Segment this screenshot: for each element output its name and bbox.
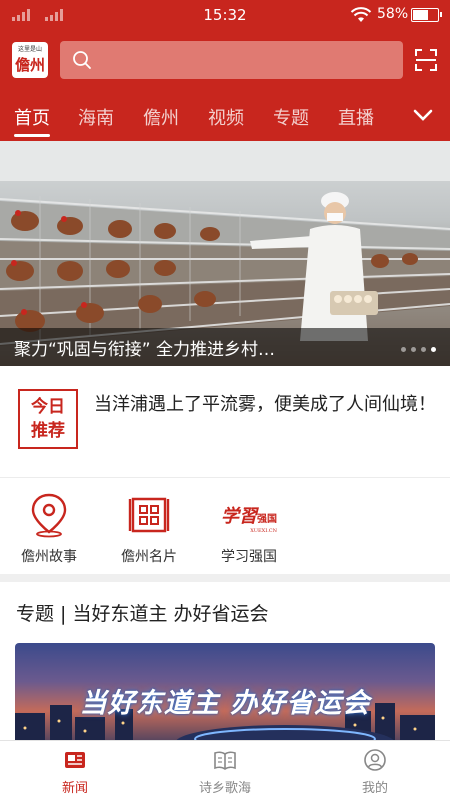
status-bar: 15:32 58% — [0, 0, 450, 30]
section-divider — [0, 574, 450, 582]
book-icon — [214, 751, 236, 770]
active-tab-indicator — [14, 134, 50, 137]
carousel-dot — [411, 347, 416, 352]
channel-tabs: 首页 海南 儋州 视频 专题 直播 — [0, 95, 450, 141]
search-icon — [73, 51, 91, 69]
stamp-line2: 推荐 — [31, 421, 65, 441]
logo-small-text: 这里是山 — [17, 46, 42, 53]
stamp-line1: 今日 — [31, 397, 65, 417]
topic-banner-text: 当好东道主 办好省运会 — [79, 688, 371, 719]
quick-entry-xuexi[interactable]: 学習强国 XUEXI.CN 学习强国 — [204, 490, 294, 566]
chevron-down-icon[interactable] — [412, 107, 434, 123]
today-recommend[interactable]: 今日 推荐 当洋浦遇上了平流雾，便美成了人间仙境！ — [0, 366, 450, 478]
topic-banner[interactable]: 当好东道主 办好省运会 — [15, 643, 435, 753]
today-recommend-stamp: 今日 推荐 — [18, 389, 78, 449]
nav-news[interactable]: 新闻 — [20, 749, 130, 796]
tab-danzhou[interactable]: 儋州 — [143, 104, 179, 130]
xuexi-logo-badge: 强国 — [257, 514, 277, 525]
quick-entry-danzhou-card[interactable]: 儋州名片 — [104, 490, 194, 566]
nav-label: 诗乡歌海 — [198, 781, 251, 796]
nav-poetry[interactable]: 诗乡歌海 — [170, 749, 280, 796]
tab-topics[interactable]: 专题 — [273, 104, 309, 130]
nav-label: 我的 — [361, 781, 388, 796]
xuexi-logo-sub: XUEXI.CN — [250, 528, 277, 534]
carousel-dot — [421, 347, 426, 352]
quick-entry-label: 儋州名片 — [121, 549, 177, 565]
quick-entry-label: 学习强国 — [221, 549, 277, 565]
battery-icon — [411, 8, 442, 22]
user-icon — [364, 749, 386, 771]
xuexi-qiangguo-logo: 学習强国 XUEXI.CN — [221, 502, 277, 534]
carousel-indicator — [401, 347, 436, 352]
quick-entries: 儋州故事 儋州名片 学習强国 XUEXI.CN 学习强国 — [0, 478, 450, 574]
tab-hainan[interactable]: 海南 — [78, 104, 114, 130]
bottom-navigation: 新闻 诗乡歌海 我的 — [0, 740, 450, 800]
wifi-icon — [350, 7, 372, 22]
banner-caption[interactable]: 聚力“巩固与衔接” 全力推进乡村… — [0, 328, 450, 366]
search-input[interactable] — [60, 41, 403, 79]
topic-title[interactable]: 专题 | 当好东道主 办好省运会 — [16, 599, 269, 626]
nav-mine[interactable]: 我的 — [320, 749, 430, 796]
battery-percent: 58% — [377, 6, 409, 22]
news-icon — [65, 752, 85, 768]
banner-carousel[interactable]: 聚力“巩固与衔接” 全力推进乡村… — [0, 141, 450, 366]
app-logo[interactable]: 这里是山 儋州 — [12, 42, 48, 78]
location-pin-icon — [31, 493, 67, 538]
tab-home[interactable]: 首页 — [14, 104, 50, 130]
card-grid-icon — [128, 497, 170, 533]
tab-video[interactable]: 视频 — [208, 104, 244, 130]
quick-entry-label: 儋州故事 — [21, 549, 77, 565]
quick-entry-danzhou-story[interactable]: 儋州故事 — [4, 490, 94, 566]
scan-icon[interactable] — [414, 48, 438, 72]
nav-label: 新闻 — [61, 781, 88, 796]
app-header: 这里是山 儋州 — [0, 30, 450, 95]
carousel-dot-active — [431, 347, 436, 352]
xuexi-logo-text: 学習 — [221, 506, 257, 527]
logo-text: 儋州 — [14, 56, 45, 74]
tab-live[interactable]: 直播 — [338, 104, 374, 130]
today-headline[interactable]: 当洋浦遇上了平流雾，便美成了人间仙境！ — [94, 390, 440, 420]
carousel-dot — [401, 347, 406, 352]
